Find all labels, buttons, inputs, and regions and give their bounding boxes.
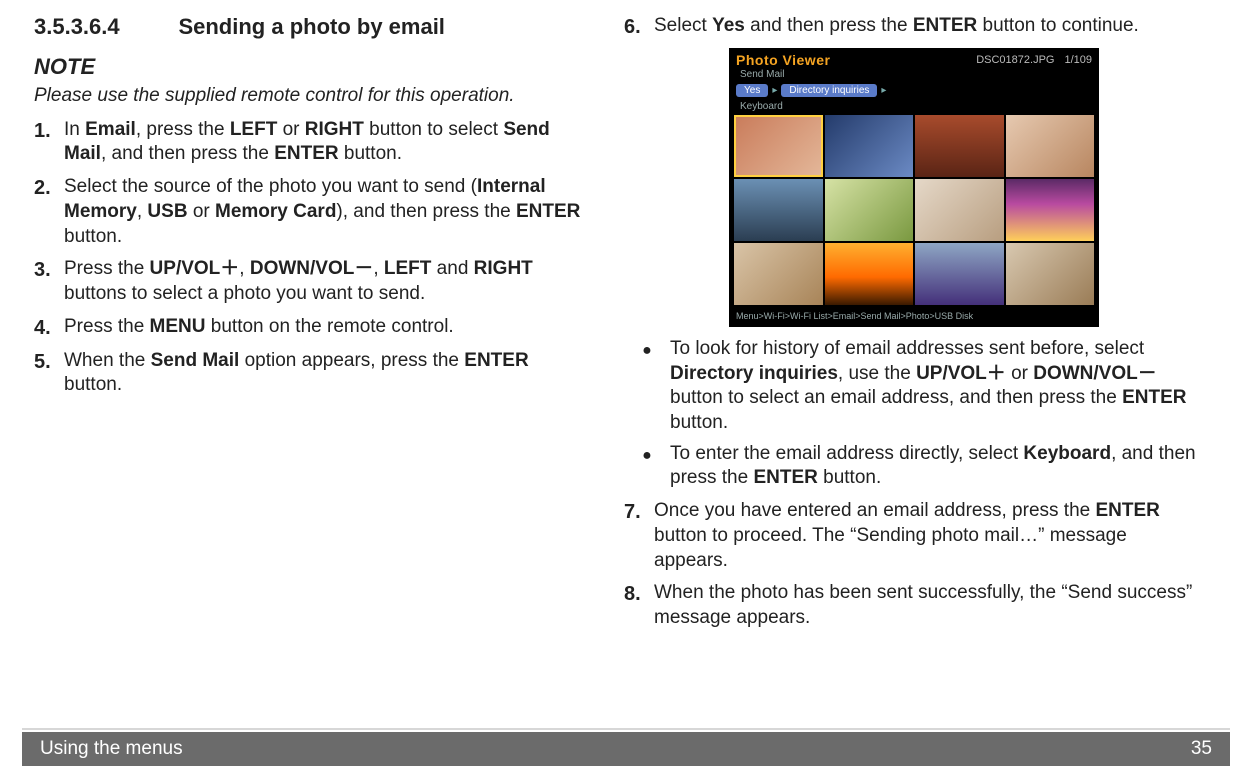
photo-thumbnail [915,179,1004,241]
photo-viewer-title: Photo Viewer [736,52,830,68]
step-3: 3. Press the UP/VOL＋, DOWN/VOL－, LEFT an… [34,257,584,306]
step-number: 2. [34,175,64,249]
step-7: 7. Once you have entered an email addres… [624,499,1204,573]
section-number: 3.5.3.6.4 [34,14,174,40]
bullet-body: To look for history of email addresses s… [670,337,1204,436]
photo-thumbnail [825,179,914,241]
step-body: Once you have entered an email address, … [654,499,1204,573]
step-number: 4. [34,315,64,341]
photo-thumbnail [1006,179,1095,241]
photo-thumbnail [825,243,914,305]
footer-divider [22,728,1230,730]
step-8: 8. When the photo has been sent successf… [624,581,1204,630]
photo-viewer-titlebar: Photo Viewer DSC01872.JPG 1/109 [730,49,1098,69]
step-6: 6. Select Yes and then press the ENTER b… [624,14,1204,40]
left-column: 3.5.3.6.4 Sending a photo by email NOTE … [34,14,584,631]
step-4: 4. Press the MENU button on the remote c… [34,315,584,341]
step-body: When the Send Mail option appears, press… [64,349,584,398]
photo-viewer-filename: DSC01872.JPG [976,54,1054,66]
step-body: In Email, press the LEFT or RIGHT button… [64,118,584,167]
bullet-icon: ● [624,442,670,491]
step-number: 3. [34,257,64,306]
photo-viewer-menu: Yes ▸ Directory inquiries ▸ [730,82,1098,101]
photo-thumbnail [734,179,823,241]
photo-viewer-subtitle: Send Mail [730,69,1098,82]
photo-thumbnail [1006,243,1095,305]
photo-viewer-figure: Photo Viewer DSC01872.JPG 1/109 Send Mai… [729,48,1099,327]
step-number: 6. [624,14,654,40]
section-heading: 3.5.3.6.4 Sending a photo by email [34,14,584,40]
section-title: Sending a photo by email [178,14,444,39]
right-column: 6. Select Yes and then press the ENTER b… [624,14,1204,631]
bullet-icon: ● [624,337,670,436]
step-body: Press the MENU button on the remote cont… [64,315,584,341]
note-body: Please use the supplied remote control f… [34,84,584,108]
photo-viewer-window: Photo Viewer DSC01872.JPG 1/109 Send Mai… [729,48,1099,327]
step-body: Select Yes and then press the ENTER butt… [654,14,1204,40]
manual-page: 3.5.3.6.4 Sending a photo by email NOTE … [0,0,1240,774]
menu-option-keyboard: Keyboard [730,101,1098,115]
step-body: Press the UP/VOL＋, DOWN/VOL－, LEFT and R… [64,257,584,306]
step-number: 8. [624,581,654,630]
step-body: Select the source of the photo you want … [64,175,584,249]
menu-option-directory-inquiries: Directory inquiries [781,84,877,97]
photo-thumbnail [915,243,1004,305]
photo-thumbnail [915,115,1004,177]
note-heading: NOTE [34,54,584,80]
photo-thumbnail [734,115,823,177]
bullet-directory-inquiries: ● To look for history of email addresses… [624,337,1204,436]
footer-page-number: 35 [1191,738,1212,760]
page-footer: Using the menus 35 [22,732,1230,766]
photo-thumbnail [825,115,914,177]
step-number: 5. [34,349,64,398]
step-number: 7. [624,499,654,573]
photo-viewer-counter: 1/109 [1064,54,1092,66]
chevron-right-icon: ▸ [881,85,886,96]
photo-thumbnail [1006,115,1095,177]
step-body: When the photo has been sent successfull… [654,581,1204,630]
bullet-body: To enter the email address directly, sel… [670,442,1204,491]
menu-option-yes: Yes [736,84,768,97]
bullet-keyboard: ● To enter the email address directly, s… [624,442,1204,491]
chevron-right-icon: ▸ [772,85,777,96]
step-1: 1. In Email, press the LEFT or RIGHT but… [34,118,584,167]
step-2: 2. Select the source of the photo you wa… [34,175,584,249]
step-number: 1. [34,118,64,167]
photo-viewer-breadcrumb: Menu>Wi-Fi>Wi-Fi List>Email>Send Mail>Ph… [730,307,1098,326]
footer-section-title: Using the menus [40,738,183,760]
photo-grid [730,115,1098,307]
step-5: 5. When the Send Mail option appears, pr… [34,349,584,398]
sub-bullets: ● To look for history of email addresses… [624,337,1204,491]
photo-thumbnail [734,243,823,305]
